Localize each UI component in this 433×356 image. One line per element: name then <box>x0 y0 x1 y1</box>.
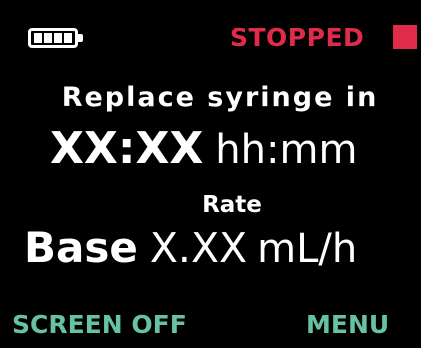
rate-value: X.XX <box>149 224 248 272</box>
replace-time-row: XX:XX hh:mm <box>50 124 357 174</box>
rate-row: Base X.XX mL/h <box>24 223 357 275</box>
status-text: STOPPED <box>230 23 365 52</box>
battery-segment <box>54 33 62 43</box>
menu-button[interactable]: MENU <box>306 311 389 339</box>
pump-display: STOPPED Replace syringe in XX:XX hh:mm R… <box>0 0 421 348</box>
rate-mode: Base <box>24 223 138 272</box>
replace-time-unit: hh:mm <box>215 127 358 173</box>
battery-segment <box>44 33 52 43</box>
battery-segment <box>34 33 42 43</box>
stop-square-icon <box>393 25 417 49</box>
battery-segment <box>64 33 72 43</box>
replace-time-value: XX:XX <box>50 123 204 174</box>
rate-unit: mL/h <box>257 226 358 272</box>
screen-off-button[interactable]: SCREEN OFF <box>12 311 187 339</box>
battery-icon <box>28 28 83 48</box>
rate-label: Rate <box>202 192 262 218</box>
replace-syringe-label: Replace syringe in <box>61 82 379 113</box>
status-bar: STOPPED <box>0 0 421 70</box>
